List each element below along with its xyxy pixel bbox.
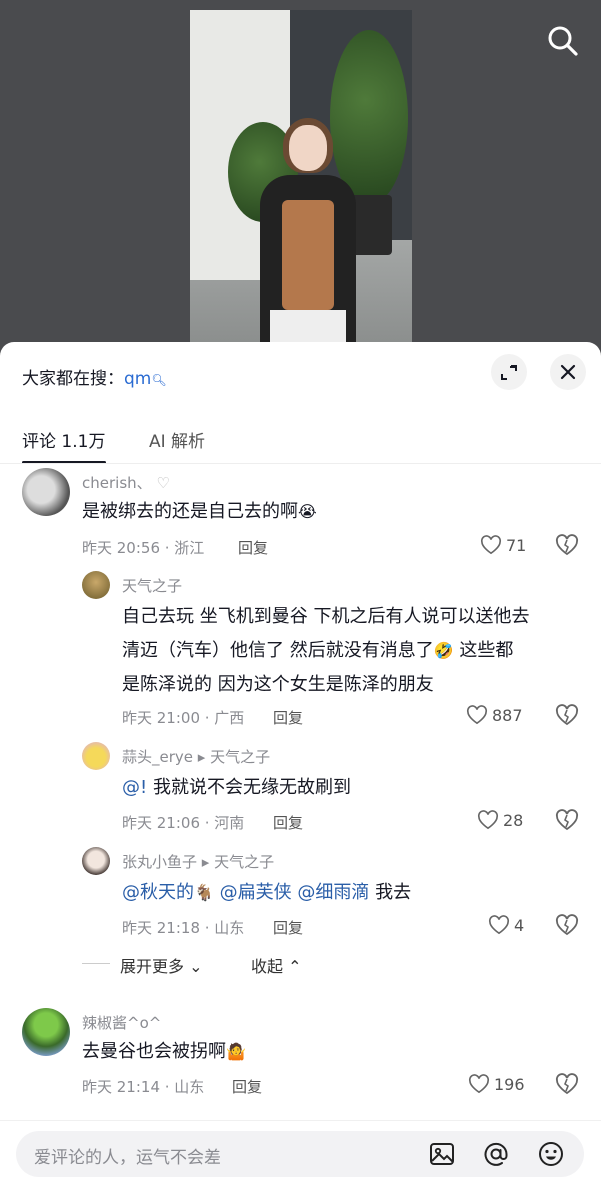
comment-username[interactable]: 辣椒酱^o^ [82,1012,161,1033]
comment-text: 是被绑去的还是自己去的啊😭 [82,501,317,522]
reply-button[interactable]: 回复 [232,1076,262,1097]
like-count: 887 [492,706,523,725]
like-button[interactable]: 71 [480,535,526,555]
comment-input[interactable]: 爱评论的人，运气不会差 [16,1131,584,1177]
hot-search-keyword[interactable]: qm [124,369,151,389]
reply-button[interactable]: 回复 [273,917,303,938]
mention-link[interactable]: @细雨滴 [297,882,369,903]
comment-username[interactable]: cherish、 ♡ [82,472,170,493]
heart-icon [480,535,502,555]
like-button[interactable]: 887 [466,705,523,725]
chevron-up-icon: ⌃ [288,957,302,976]
reply-text-line: 清迈（汽车）他信了 然后就没有消息了🤣 这些都 [122,640,514,661]
reply-text-line: 自己去玩 坐飞机到曼谷 下机之后有人说可以送他去 [122,606,530,627]
video-person-top [282,200,334,310]
like-button[interactable]: 196 [468,1074,525,1094]
like-count: 4 [514,916,525,935]
avatar[interactable] [82,847,110,875]
avatar[interactable] [22,1008,70,1056]
dislike-icon[interactable] [555,808,579,832]
heart-icon [477,810,499,830]
search-icon[interactable] [546,24,580,58]
reply-arrow: ▸ [197,748,206,766]
emoji-icon[interactable] [537,1140,565,1168]
collapse-button[interactable]: 收起 ⌃ [251,953,302,977]
expand-more-button[interactable]: 展开更多 ⌄ [120,953,203,977]
heart-icon [466,705,488,725]
mention-link[interactable]: @秋天的 [122,882,194,903]
like-button[interactable]: 28 [477,810,523,830]
like-count: 71 [506,536,527,555]
reply-time: 昨天 21:00 · 广西 [122,709,245,727]
reply-text: @秋天的🐐 @扁芙侠 @细雨滴 我去 [122,882,412,903]
reply-button[interactable]: 回复 [273,812,303,833]
reply-button[interactable]: 回复 [273,707,303,728]
like-count: 28 [503,811,524,830]
tab-comments[interactable]: 评论 1.1万 [22,427,105,452]
comment-time: 昨天 21:14 · 山东 [82,1078,205,1096]
at-icon[interactable] [482,1140,510,1168]
reply-time: 昨天 21:18 · 山东 [122,919,245,937]
thread-line [82,963,110,964]
reply-time: 昨天 21:06 · 河南 [122,814,245,832]
heart-icon [488,915,510,935]
dislike-icon[interactable] [555,1072,579,1096]
hot-search-label: 大家都在搜： [22,369,124,389]
reply-text-line: 是陈泽说的 因为这个女生是陈泽的朋友 [122,674,434,695]
tab-ai-analysis[interactable]: AI 解析 [149,427,205,452]
reply-username[interactable]: 天气之子 [122,575,182,596]
heart-icon [468,1074,490,1094]
comment-input-placeholder: 爱评论的人，运气不会差 [34,1148,221,1168]
chevron-down-icon: ⌄ [189,957,203,976]
like-count: 196 [494,1075,525,1094]
video-player[interactable] [0,0,601,360]
mention-link[interactable]: @扁芙侠 [220,882,292,903]
reply-text: @! 我就说不会无缘无故刷到 [122,777,351,798]
reply-username[interactable]: 张丸小鱼子 ▸ 天气之子 [122,851,274,872]
video-person-face [289,125,327,171]
comment-text: 去曼谷也会被拐啊🤷 [82,1041,246,1062]
reply-to[interactable]: 天气之子 [210,748,270,766]
tab-divider [0,463,601,464]
hot-search-icon: 🔍︎ [151,373,167,387]
reply-button[interactable]: 回复 [238,537,268,558]
avatar[interactable] [82,742,110,770]
expand-icon[interactable] [491,354,527,390]
comment-input-bar: 爱评论的人，运气不会差 [0,1120,601,1200]
close-icon[interactable] [550,354,586,390]
reply-to[interactable]: 天气之子 [214,853,274,871]
dislike-icon[interactable] [555,703,579,727]
dislike-icon[interactable] [555,533,579,557]
like-button[interactable]: 4 [488,915,524,935]
video-thumbnail[interactable] [190,10,412,350]
hot-search[interactable]: 大家都在搜：qm🔍︎ [22,364,167,389]
image-icon[interactable] [428,1140,456,1168]
dislike-icon[interactable] [555,913,579,937]
reply-username[interactable]: 蒜头_erye ▸ 天气之子 [122,746,270,767]
comment-time: 昨天 20:56 · 浙江 [82,539,205,557]
reply-arrow: ▸ [201,853,210,871]
avatar[interactable] [22,468,70,516]
avatar[interactable] [82,571,110,599]
